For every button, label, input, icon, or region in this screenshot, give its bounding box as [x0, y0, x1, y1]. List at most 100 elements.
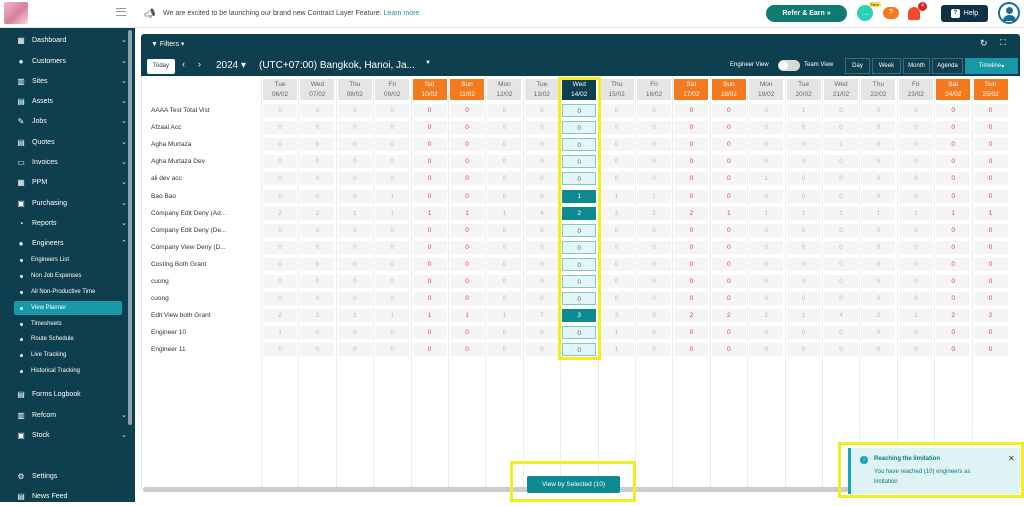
planner-cell[interactable]: 0: [936, 138, 971, 152]
date-header[interactable]: Sun 25/02: [973, 79, 1008, 100]
date-header[interactable]: Sat 17/02: [674, 79, 709, 100]
sub-item-all-non-productive-time[interactable]: All Non-Productive Time: [14, 285, 122, 299]
planner-cell[interactable]: 0: [936, 292, 971, 306]
nav-item-ppm[interactable]: ▦ PPM ⌄: [0, 172, 135, 192]
planner-cell[interactable]: 0: [300, 104, 335, 117]
planner-cell[interactable]: 2: [599, 206, 634, 220]
planner-cell[interactable]: 0: [524, 104, 559, 117]
planner-cell[interactable]: 1: [786, 104, 821, 117]
planner-cell[interactable]: 0: [637, 257, 671, 271]
nav-item-assets[interactable]: ▤ Assets ⌄: [0, 91, 135, 111]
planner-cell[interactable]: 0: [898, 121, 933, 135]
planner-cell[interactable]: 0: [263, 104, 297, 117]
planner-cell[interactable]: 0: [637, 292, 671, 306]
planner-cell[interactable]: 0: [936, 275, 971, 288]
planner-cell[interactable]: 0: [824, 275, 858, 288]
planner-cell[interactable]: 0: [861, 121, 896, 135]
planner-cell[interactable]: 0: [337, 172, 372, 186]
today-button[interactable]: Today: [147, 59, 175, 74]
planner-cell[interactable]: 2: [711, 309, 746, 323]
planner-cell[interactable]: 0: [786, 138, 821, 152]
engineer-name[interactable]: cuong: [151, 295, 169, 302]
planner-cell[interactable]: 0: [861, 138, 896, 152]
planner-cell[interactable]: 0: [973, 257, 1008, 271]
planner-cell[interactable]: 0: [749, 275, 784, 288]
planner-cell[interactable]: 0: [674, 257, 709, 271]
planner-cell[interactable]: 1: [824, 206, 858, 220]
planner-cell[interactable]: 0: [898, 172, 933, 186]
planner-cell[interactable]: 1: [450, 206, 484, 220]
planner-cell[interactable]: 0: [300, 326, 335, 340]
planner-cell[interactable]: 0: [412, 189, 447, 203]
sub-item-view-planner[interactable]: View Planner: [14, 301, 122, 315]
planner-cell[interactable]: 0: [450, 104, 484, 117]
planner-cell[interactable]: 1: [337, 206, 372, 220]
date-header[interactable]: Thu 15/02: [599, 79, 634, 100]
planner-cell[interactable]: 0: [524, 343, 559, 357]
planner-cell[interactable]: 0: [412, 155, 447, 169]
planner-cell[interactable]: 1: [375, 189, 410, 203]
planner-cell[interactable]: 0: [412, 343, 447, 357]
planner-cell[interactable]: 0: [450, 189, 484, 203]
planner-cell[interactable]: 0: [861, 223, 896, 237]
planner-cell[interactable]: 0: [674, 343, 709, 357]
planner-cell[interactable]: 0: [599, 138, 634, 152]
planner-cell[interactable]: 0: [337, 326, 372, 340]
planner-cell[interactable]: 0: [637, 121, 671, 135]
planner-cell[interactable]: 0: [487, 240, 522, 254]
planner-cell[interactable]: 0: [936, 240, 971, 254]
planner-cell[interactable]: 0: [375, 223, 410, 237]
planner-cell[interactable]: 2: [300, 309, 335, 323]
planner-cell[interactable]: 0: [412, 240, 447, 254]
planner-cell[interactable]: 0: [487, 121, 522, 135]
filters-dropdown[interactable]: ▼ Filters ▾: [151, 40, 184, 48]
planner-cell[interactable]: 0: [412, 326, 447, 340]
planner-cell[interactable]: 0: [263, 343, 297, 357]
planner-cell[interactable]: 1: [861, 206, 896, 220]
planner-cell[interactable]: 2: [674, 206, 709, 220]
planner-cell[interactable]: 0: [337, 121, 372, 135]
planner-cell[interactable]: 0: [936, 189, 971, 203]
planner-cell[interactable]: 1: [375, 309, 410, 323]
nav-item-settings[interactable]: ⚙ Settings: [0, 466, 135, 486]
engineer-name[interactable]: Company Edit Deny (De...: [151, 227, 227, 234]
view-btn-timeline[interactable]: Timeline ▾: [965, 58, 1018, 74]
planner-cell[interactable]: 0: [263, 155, 297, 169]
planner-cell[interactable]: 0: [898, 326, 933, 340]
planner-cell[interactable]: 0: [524, 275, 559, 288]
planner-cell[interactable]: 0: [824, 326, 858, 340]
planner-cell[interactable]: 0: [450, 326, 484, 340]
planner-cell[interactable]: 0: [898, 257, 933, 271]
planner-cell[interactable]: 0: [973, 189, 1008, 203]
planner-cell[interactable]: 0: [300, 240, 335, 254]
timezone-caret-icon[interactable]: ▼: [425, 60, 431, 66]
planner-cell[interactable]: 0: [412, 292, 447, 306]
planner-cell[interactable]: 0: [263, 240, 297, 254]
planner-cell[interactable]: 0: [936, 155, 971, 169]
planner-cell[interactable]: 0: [749, 189, 784, 203]
planner-cell[interactable]: 0: [300, 275, 335, 288]
planner-cell[interactable]: 0: [637, 223, 671, 237]
nav-item-purchasing[interactable]: ▣ Purchasing ⌄: [0, 193, 135, 213]
nav-item-forms-logbook[interactable]: ▤ Forms Logbook: [0, 384, 135, 404]
nav-item-stock[interactable]: ▣ Stock ⌄: [0, 425, 135, 445]
planner-cell[interactable]: 2: [861, 309, 896, 323]
planner-cell[interactable]: 0: [898, 240, 933, 254]
planner-cell[interactable]: 0: [450, 292, 484, 306]
planner-cell[interactable]: 0: [898, 189, 933, 203]
planner-cell[interactable]: 0: [898, 343, 933, 357]
planner-cell[interactable]: 0: [786, 121, 821, 135]
planner-cell[interactable]: 0: [599, 257, 634, 271]
date-header[interactable]: Sun 11/02: [450, 79, 484, 100]
next-arrow-icon[interactable]: ›: [198, 59, 201, 69]
planner-cell[interactable]: 0: [524, 189, 559, 203]
planner-cell[interactable]: 0: [861, 343, 896, 357]
planner-cell[interactable]: 0: [824, 343, 858, 357]
prev-arrow-icon[interactable]: ‹: [182, 59, 185, 69]
planner-cell[interactable]: 0: [749, 104, 784, 117]
planner-cell[interactable]: 0: [711, 155, 746, 169]
planner-cell[interactable]: 0: [973, 121, 1008, 135]
engineer-name[interactable]: cuong: [151, 278, 169, 285]
planner-cell[interactable]: 0: [450, 155, 484, 169]
planner-cell[interactable]: 1: [487, 206, 522, 220]
